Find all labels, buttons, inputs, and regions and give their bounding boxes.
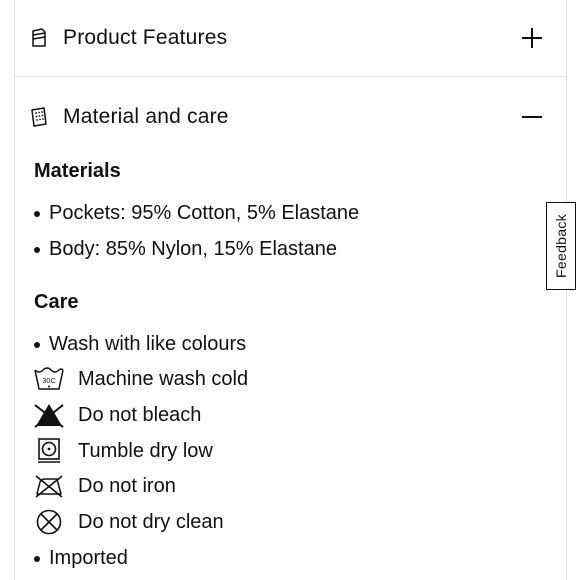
care-label: Do not bleach — [78, 403, 202, 426]
do-not-iron-icon — [35, 475, 63, 498]
svg-text:30C: 30C — [42, 376, 56, 385]
care-instruction: Do not iron — [33, 471, 176, 501]
accordion-material-and-care[interactable]: Material and care — [15, 79, 566, 155]
do-not-dry-clean-icon — [36, 509, 62, 535]
shirt-tag-icon — [32, 28, 46, 47]
feedback-label: Feedback — [553, 214, 570, 278]
accordion-title: Material and care — [63, 105, 229, 128]
bullet-icon — [34, 210, 40, 217]
bullet-icon — [34, 341, 40, 348]
feedback-tab[interactable]: Feedback — [546, 202, 576, 290]
accordion-title: Product Features — [63, 26, 228, 49]
care-text: Wash with like colours — [49, 333, 247, 355]
care-label: Tumble dry low — [78, 439, 213, 462]
do-not-bleach-icon — [34, 404, 64, 428]
care-text: Imported — [49, 547, 128, 569]
list-item: Pockets: 95% Cotton, 5% Elastane — [34, 202, 359, 225]
accordion-product-features[interactable]: Product Features — [15, 0, 566, 77]
care-instruction: Do not dry clean — [33, 507, 224, 537]
care-label: Do not iron — [78, 474, 176, 497]
material-text: Body: 85% Nylon, 15% Elastane — [49, 238, 337, 260]
bullet-icon — [34, 246, 40, 253]
care-heading: Care — [34, 291, 79, 313]
minus-icon[interactable] — [520, 105, 544, 129]
care-instruction: Do not bleach — [33, 400, 201, 430]
care-label: Machine wash cold — [78, 367, 249, 390]
material-text: Pockets: 95% Cotton, 5% Elastane — [49, 202, 360, 224]
fabric-swatch-icon — [31, 107, 47, 127]
list-item: Body: 85% Nylon, 15% Elastane — [34, 238, 337, 261]
list-item: Wash with like colours — [34, 333, 246, 356]
care-label: Do not dry clean — [78, 510, 224, 533]
list-item: Imported — [34, 547, 128, 570]
wash-30c-icon: 30C — [34, 367, 64, 390]
plus-icon[interactable] — [520, 26, 544, 50]
product-details-panel: Product Features Material and care Mater… — [14, 0, 567, 580]
care-instruction: Tumble dry low — [33, 436, 213, 466]
care-instruction: 30C Machine wash cold — [33, 364, 248, 394]
materials-heading: Materials — [34, 160, 121, 182]
bullet-icon — [34, 555, 40, 562]
tumble-dry-low-icon — [38, 438, 60, 463]
